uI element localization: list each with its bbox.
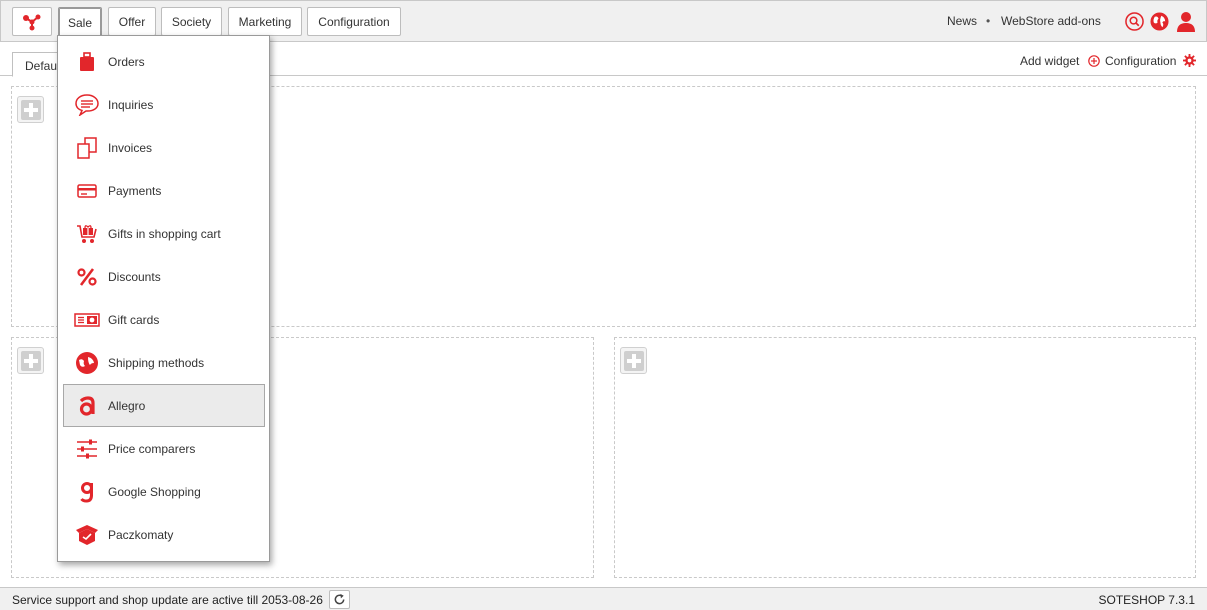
menu-item-inquiries[interactable]: Inquiries [63,83,265,126]
menu-item-orders[interactable]: Orders [63,40,265,83]
add-circle-icon[interactable] [1088,55,1100,67]
add-widget-link[interactable]: Add widget [1020,54,1079,68]
plus-icon [20,99,41,120]
version-label: SOTESHOP 7.3.1 [1098,593,1196,607]
menu-item-label: Gifts in shopping cart [108,226,221,241]
webstore-addons-link[interactable]: WebStore add-ons [1001,14,1101,28]
add-widget-button[interactable] [17,347,44,374]
menu-item-google-shopping[interactable]: Google Shopping [63,470,265,513]
tab-configuration[interactable]: Configuration [307,7,401,36]
menu-item-label: Discounts [108,269,161,284]
menu-item-label: Paczkomaty [108,527,174,542]
menu-item-label: Payments [108,183,162,198]
parcel-icon [75,523,99,547]
menu-item-invoices[interactable]: Invoices [63,126,265,169]
configuration-link[interactable]: Configuration [1105,54,1176,68]
menu-item-paczkomaty[interactable]: Paczkomaty [63,513,265,556]
card-icon [75,179,99,203]
support-status-text: Service support and shop update are acti… [12,593,323,607]
gear-icon[interactable] [1183,54,1196,67]
refresh-button[interactable] [329,590,350,609]
allegro-icon [75,394,99,418]
gift-cart-icon [75,222,99,246]
shipping-icon [75,351,99,375]
status-footer: Service support and shop update are acti… [0,587,1207,610]
globe-icon[interactable] [1150,12,1169,31]
menu-item-gifts-in-cart[interactable]: Gifts in shopping cart [63,212,265,255]
percent-icon [75,265,99,289]
sale-dropdown-menu: Orders Inquiries Invoices Payments Gifts… [57,35,270,562]
menu-item-price-comparers[interactable]: Price comparers [63,427,265,470]
menu-item-payments[interactable]: Payments [63,169,265,212]
menu-item-label: Invoices [108,140,153,155]
menu-item-gift-cards[interactable]: Gift cards [63,298,265,341]
tab-society[interactable]: Society [161,7,222,36]
menu-item-shipping-methods[interactable]: Shipping methods [63,341,265,384]
tab-marketing[interactable]: Marketing [228,7,302,36]
plus-icon [623,350,644,371]
menu-item-label: Gift cards [108,312,160,327]
separator-dot: • [986,14,991,28]
menu-item-discounts[interactable]: Discounts [63,255,265,298]
news-link[interactable]: News [947,14,977,28]
documents-icon [75,136,99,160]
user-icon[interactable] [1176,11,1196,32]
bag-icon [75,50,99,74]
widget-zone-bottom-right [614,337,1196,578]
tab-offer[interactable]: Offer [108,7,156,36]
menu-item-label: Orders [108,54,145,69]
menu-item-label: Allegro [108,398,146,413]
logo-icon [23,14,41,30]
google-icon [75,480,99,504]
tab-sale[interactable]: Sale [58,7,102,38]
add-widget-button[interactable] [17,96,44,123]
add-widget-button[interactable] [620,347,647,374]
gift-card-icon [73,308,101,332]
menu-item-label: Shipping methods [108,355,205,370]
menu-item-allegro[interactable]: Allegro [63,384,265,427]
plus-icon [20,350,41,371]
chat-icon [75,93,99,117]
menu-item-label: Inquiries [108,97,154,112]
menu-item-label: Price comparers [108,441,196,456]
menu-item-label: Google Shopping [108,484,201,499]
home-logo-button[interactable] [12,7,52,36]
refresh-icon [334,593,345,605]
search-icon[interactable] [1125,12,1144,31]
sliders-icon [75,437,99,461]
